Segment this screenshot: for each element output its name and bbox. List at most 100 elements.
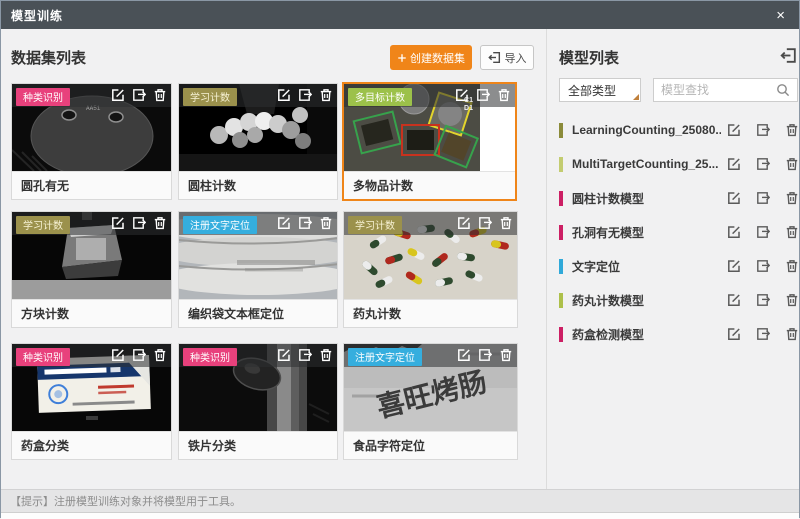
import-dataset-button[interactable]: 导入 xyxy=(480,45,534,70)
import-model-icon[interactable] xyxy=(780,47,797,64)
copy-icon[interactable] xyxy=(756,327,770,341)
dataset-type-badge: 学习计数 xyxy=(348,216,402,234)
copy-icon[interactable] xyxy=(756,293,770,307)
edit-icon[interactable] xyxy=(111,88,125,102)
search-icon[interactable] xyxy=(776,83,790,97)
copy-icon[interactable] xyxy=(756,157,770,171)
edit-icon[interactable] xyxy=(727,191,741,205)
copy-icon[interactable] xyxy=(298,348,312,362)
copy-icon[interactable] xyxy=(756,123,770,137)
model-type-filter[interactable]: 全部类型 xyxy=(559,78,641,102)
dataset-title: 食品字符定位 xyxy=(344,431,517,459)
copy-icon[interactable] xyxy=(756,225,770,239)
model-list-title: 模型列表 xyxy=(559,47,619,68)
dataset-card[interactable]: 学习计数 方块计数 xyxy=(11,211,172,328)
edit-icon[interactable] xyxy=(277,348,291,362)
copy-icon[interactable] xyxy=(298,216,312,230)
class-count-badges: C1 D1 xyxy=(464,97,473,113)
dataset-card[interactable]: 注册文字定位 编织袋文本框定位 xyxy=(178,211,338,328)
hint-bar: 【提示】注册模型训练对象并将模型用于工具。 xyxy=(1,489,799,512)
edit-icon[interactable] xyxy=(277,88,291,102)
dataset-card[interactable]: 种类识别 铁片分类 xyxy=(178,343,338,460)
dataset-type-badge: 学习计数 xyxy=(183,88,237,106)
copy-icon[interactable] xyxy=(478,348,492,362)
model-row[interactable]: LearningCounting_25080... xyxy=(559,113,799,147)
copy-icon[interactable] xyxy=(756,259,770,273)
edit-icon[interactable] xyxy=(727,293,741,307)
model-row[interactable]: 圆柱计数模型 xyxy=(559,181,799,215)
dropdown-corner-icon xyxy=(633,94,639,100)
copy-icon[interactable] xyxy=(132,216,146,230)
model-row[interactable]: 孔洞有无模型 xyxy=(559,215,799,249)
delete-icon[interactable] xyxy=(785,293,799,307)
dataset-card[interactable]: 喜旺烤肠 注册文字定位 食品字符定位 xyxy=(343,343,518,460)
edit-icon[interactable] xyxy=(457,348,471,362)
dialog-title: 模型训练 xyxy=(11,7,63,24)
close-icon[interactable]: × xyxy=(772,6,789,25)
edit-icon[interactable] xyxy=(727,327,741,341)
dataset-thumbnail: 学习计数 xyxy=(344,212,517,299)
delete-icon[interactable] xyxy=(319,88,333,102)
model-color-bar xyxy=(559,191,563,206)
model-row[interactable]: 文字定位 xyxy=(559,249,799,283)
dataset-title: 圆柱计数 xyxy=(179,171,337,199)
dataset-title: 编织袋文本框定位 xyxy=(179,299,337,327)
dataset-card-selected[interactable]: 多目标计数 C1 D1 多物品计数 xyxy=(342,82,517,201)
model-name: 药盒检测模型 xyxy=(572,326,721,343)
model-search-box xyxy=(653,78,798,102)
edit-icon[interactable] xyxy=(111,348,125,362)
edit-icon[interactable] xyxy=(727,259,741,273)
copy-icon[interactable] xyxy=(298,88,312,102)
model-color-bar xyxy=(559,293,563,308)
copy-icon[interactable] xyxy=(478,216,492,230)
delete-icon[interactable] xyxy=(499,216,513,230)
delete-icon[interactable] xyxy=(319,348,333,362)
edit-icon[interactable] xyxy=(727,123,741,137)
dataset-thumbnail: 种类识别 xyxy=(179,344,337,431)
model-row[interactable]: 药盒检测模型 xyxy=(559,317,799,351)
model-color-bar xyxy=(559,327,563,342)
hint-text: 【提示】注册模型训练对象并将模型用于工具。 xyxy=(10,493,241,509)
delete-icon[interactable] xyxy=(153,348,167,362)
model-row[interactable]: 药丸计数模型 xyxy=(559,283,799,317)
edit-icon[interactable] xyxy=(727,225,741,239)
copy-icon[interactable] xyxy=(132,348,146,362)
dataset-type-badge: 种类识别 xyxy=(183,348,237,366)
copy-icon[interactable] xyxy=(476,88,490,102)
dataset-card[interactable]: 学习计数 圆柱计数 xyxy=(178,83,338,200)
dataset-title: 多物品计数 xyxy=(344,171,515,199)
dataset-type-badge: 种类识别 xyxy=(16,348,70,366)
copy-icon[interactable] xyxy=(132,88,146,102)
dataset-card[interactable]: AA51 种类识别 圆孔有无 xyxy=(11,83,172,200)
delete-icon[interactable] xyxy=(785,157,799,171)
dialog-titlebar: 模型训练 × xyxy=(1,1,799,29)
create-dataset-button[interactable]: 创建数据集 xyxy=(390,45,472,70)
model-row[interactable]: MultiTargetCounting_25... xyxy=(559,147,799,181)
delete-icon[interactable] xyxy=(785,191,799,205)
copy-icon[interactable] xyxy=(756,191,770,205)
dataset-thumbnail: 注册文字定位 xyxy=(179,212,337,299)
delete-icon[interactable] xyxy=(497,88,511,102)
edit-icon[interactable] xyxy=(111,216,125,230)
dataset-type-badge: 学习计数 xyxy=(16,216,70,234)
delete-icon[interactable] xyxy=(785,259,799,273)
edit-icon[interactable] xyxy=(277,216,291,230)
dataset-card[interactable]: 学习计数 药丸计数 xyxy=(343,211,518,328)
model-name: 圆柱计数模型 xyxy=(572,190,721,207)
delete-icon[interactable] xyxy=(319,216,333,230)
delete-icon[interactable] xyxy=(153,216,167,230)
edit-icon[interactable] xyxy=(727,157,741,171)
dataset-thumbnail: 种类识别 xyxy=(12,344,171,431)
delete-icon[interactable] xyxy=(499,348,513,362)
model-search-input[interactable] xyxy=(661,83,776,97)
edit-icon[interactable] xyxy=(457,216,471,230)
dataset-thumbnail: 学习计数 xyxy=(179,84,337,171)
dataset-title: 药丸计数 xyxy=(344,299,517,327)
model-color-bar xyxy=(559,123,563,138)
delete-icon[interactable] xyxy=(785,327,799,341)
model-name: 药丸计数模型 xyxy=(572,292,721,309)
delete-icon[interactable] xyxy=(785,123,799,137)
delete-icon[interactable] xyxy=(785,225,799,239)
delete-icon[interactable] xyxy=(153,88,167,102)
dataset-card[interactable]: 种类识别 药盒分类 xyxy=(11,343,172,460)
